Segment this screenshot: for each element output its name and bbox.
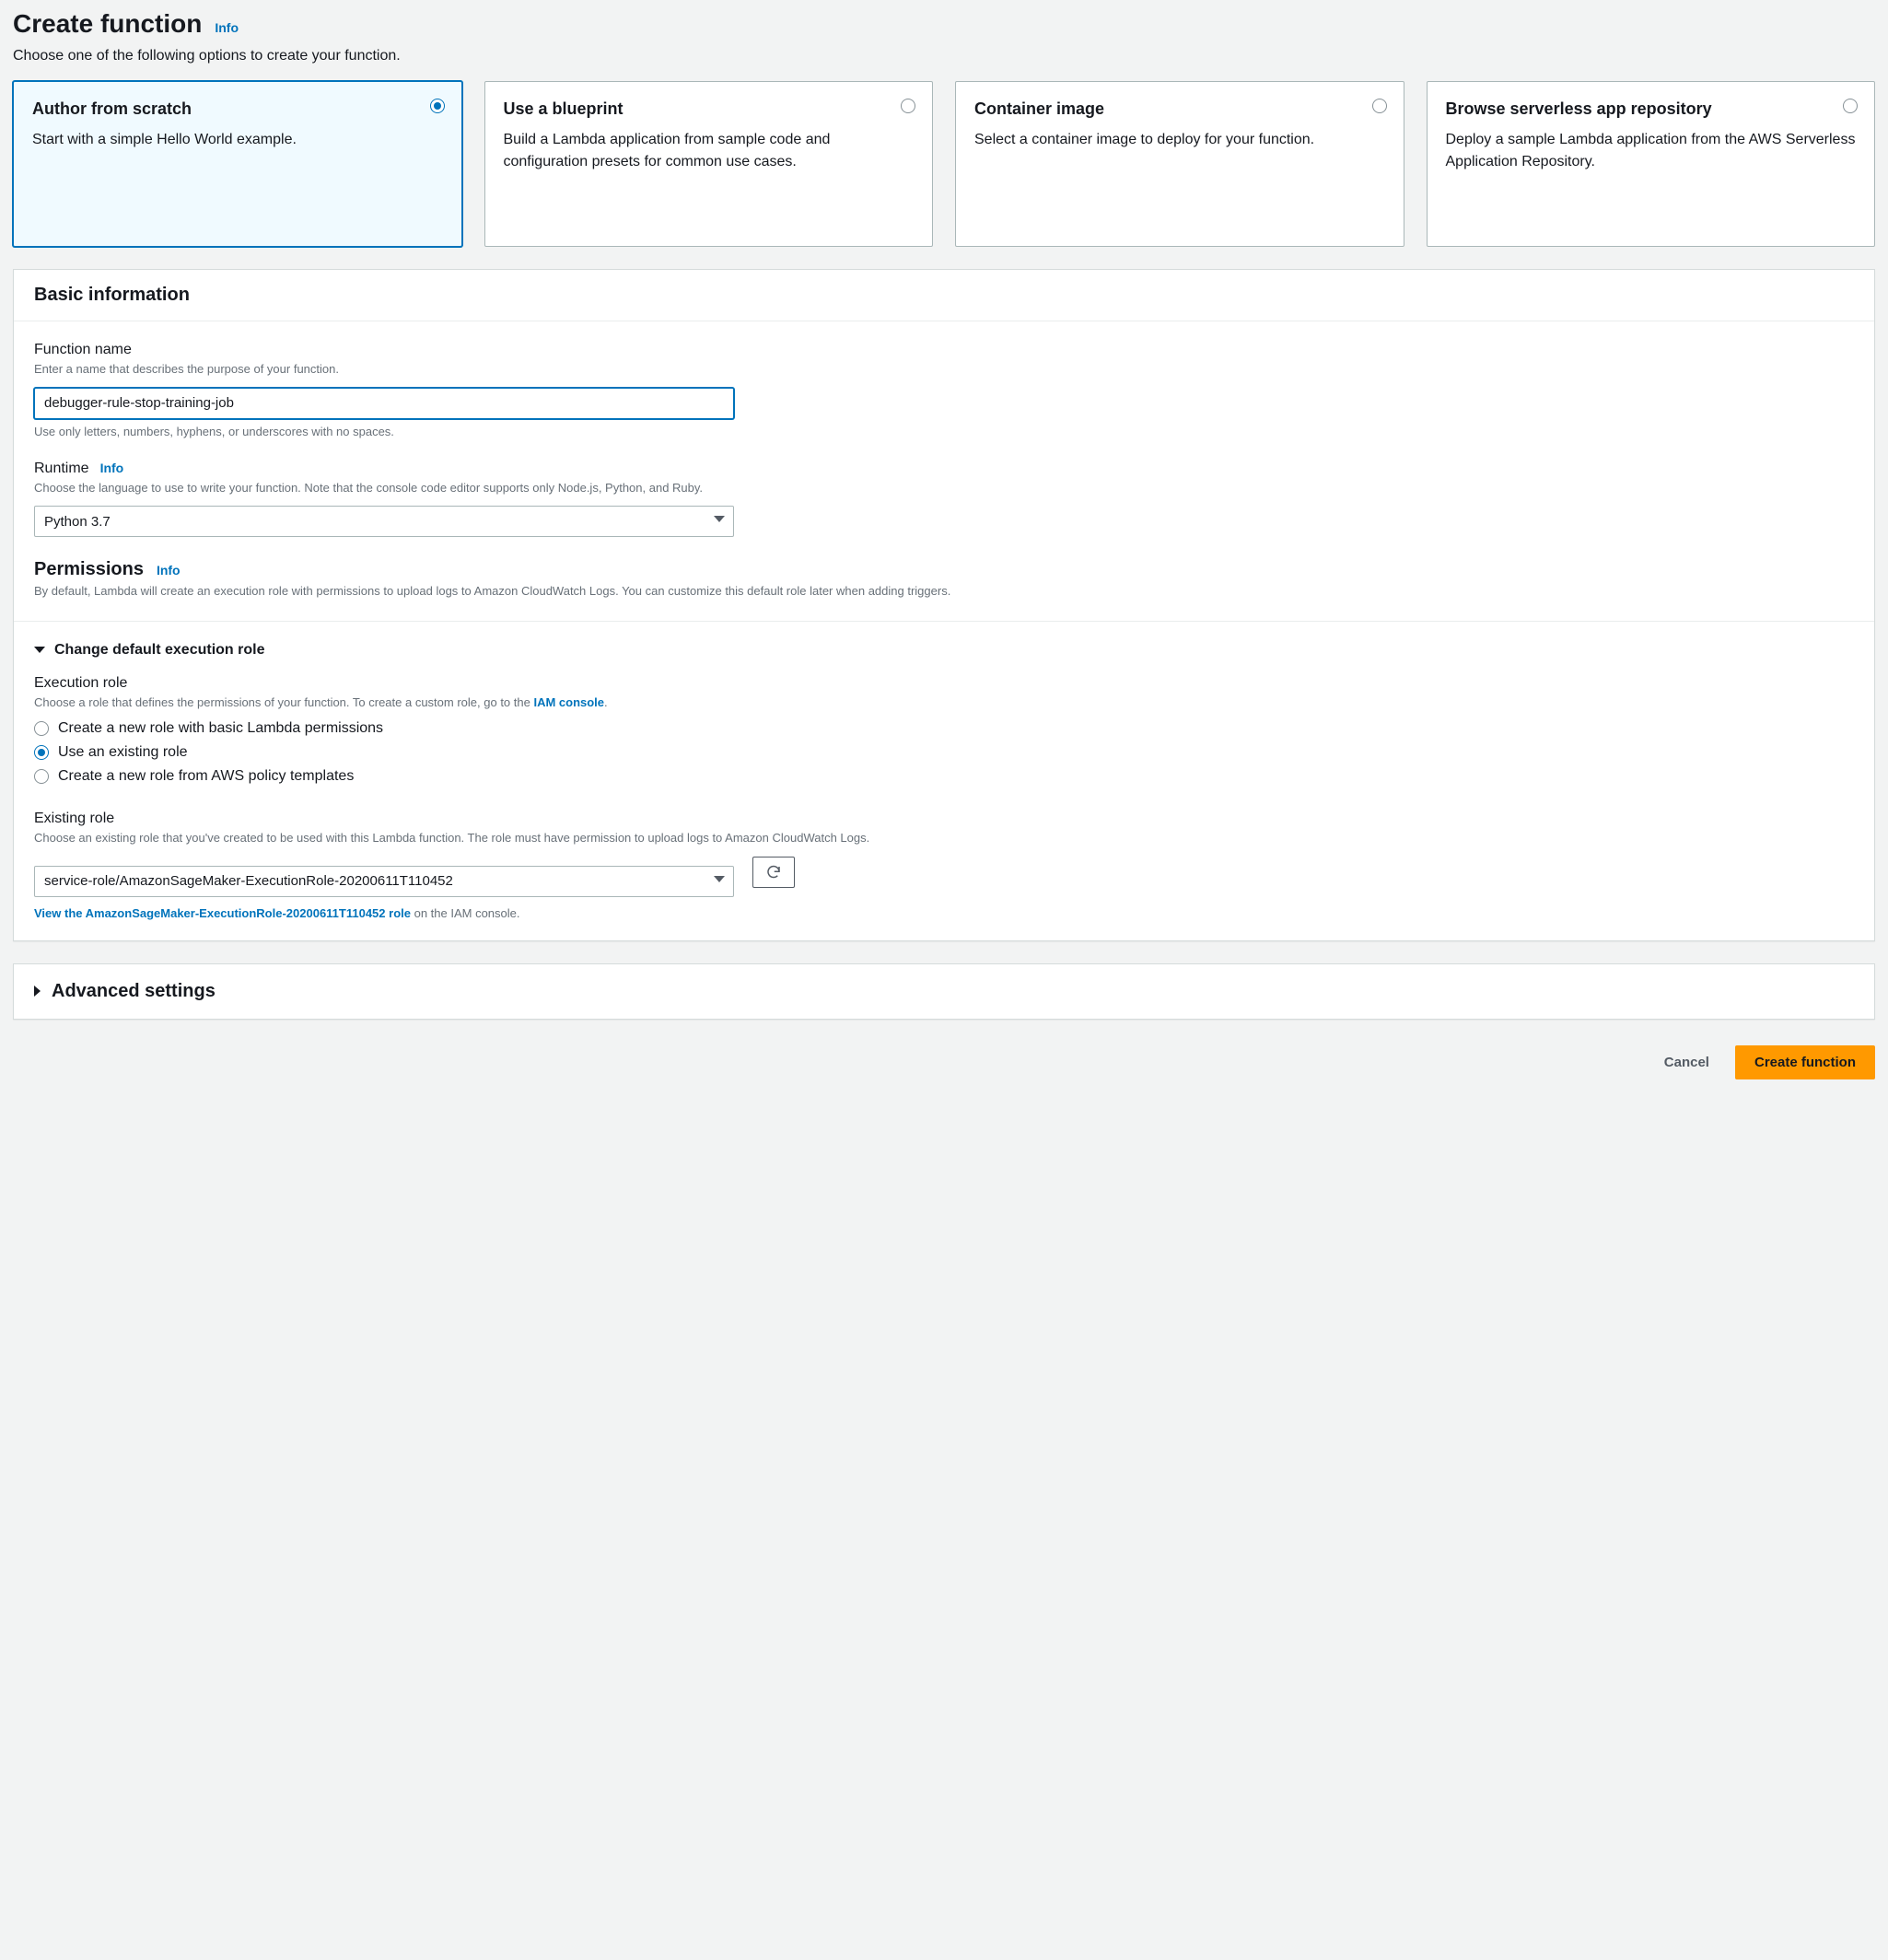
cancel-button[interactable]: Cancel bbox=[1653, 1047, 1720, 1078]
option-desc: Build a Lambda application from sample c… bbox=[504, 129, 915, 173]
existing-role-select[interactable]: service-role/AmazonSageMaker-ExecutionRo… bbox=[34, 866, 734, 897]
view-existing-role-link[interactable]: View the AmazonSageMaker-ExecutionRole-2… bbox=[34, 906, 411, 920]
radio-create-new-role[interactable]: Create a new role with basic Lambda perm… bbox=[34, 717, 1854, 741]
function-name-hint: Enter a name that describes the purpose … bbox=[34, 360, 1854, 379]
function-name-note: Use only letters, numbers, hyphens, or u… bbox=[34, 425, 1854, 438]
permissions-info-link[interactable]: Info bbox=[157, 563, 181, 578]
existing-role-label: Existing role bbox=[34, 811, 114, 827]
execution-role-hint: Choose a role that defines the permissio… bbox=[34, 694, 1854, 712]
advanced-settings-expander[interactable]: Advanced settings bbox=[34, 981, 1854, 1002]
option-title: Author from scratch bbox=[32, 99, 443, 120]
advanced-settings-panel: Advanced settings bbox=[13, 963, 1875, 1020]
existing-role-hint: Choose an existing role that you've crea… bbox=[34, 829, 1854, 847]
runtime-info-link[interactable]: Info bbox=[100, 461, 124, 475]
runtime-select[interactable]: Python 3.7 bbox=[34, 506, 734, 537]
radio-icon bbox=[901, 99, 915, 113]
view-role-trail-text: on the IAM console. bbox=[411, 906, 520, 920]
radio-icon bbox=[34, 769, 49, 784]
refresh-icon bbox=[765, 864, 782, 881]
execution-role-label: Execution role bbox=[34, 675, 127, 692]
function-name-label: Function name bbox=[34, 342, 132, 358]
triangle-right-icon bbox=[34, 986, 41, 997]
page-title: Create function bbox=[13, 9, 202, 39]
radio-icon bbox=[34, 721, 49, 736]
create-function-button[interactable]: Create function bbox=[1735, 1045, 1875, 1079]
basic-information-heading: Basic information bbox=[34, 285, 1854, 306]
radio-label: Create a new role from AWS policy templa… bbox=[58, 768, 354, 785]
creation-option-cards: Author from scratch Start with a simple … bbox=[13, 81, 1875, 247]
option-use-blueprint[interactable]: Use a blueprint Build a Lambda applicati… bbox=[484, 81, 934, 247]
radio-icon bbox=[430, 99, 445, 113]
option-author-from-scratch[interactable]: Author from scratch Start with a simple … bbox=[13, 81, 462, 247]
option-desc: Start with a simple Hello World example. bbox=[32, 129, 443, 151]
runtime-label: Runtime bbox=[34, 461, 89, 477]
radio-use-existing-role[interactable]: Use an existing role bbox=[34, 741, 1854, 764]
page-info-link[interactable]: Info bbox=[215, 20, 239, 35]
option-desc: Select a container image to deploy for y… bbox=[974, 129, 1385, 151]
runtime-hint: Choose the language to use to write your… bbox=[34, 479, 1854, 497]
radio-create-from-policy-template[interactable]: Create a new role from AWS policy templa… bbox=[34, 764, 1854, 788]
iam-console-link[interactable]: IAM console bbox=[533, 695, 604, 709]
option-title: Browse serverless app repository bbox=[1446, 99, 1857, 120]
radio-label: Create a new role with basic Lambda perm… bbox=[58, 720, 383, 737]
basic-information-panel: Basic information Function name Enter a … bbox=[13, 269, 1875, 941]
option-title: Container image bbox=[974, 99, 1385, 120]
option-title: Use a blueprint bbox=[504, 99, 915, 120]
permissions-hint: By default, Lambda will create an execut… bbox=[34, 582, 1854, 601]
permissions-heading: Permissions bbox=[34, 559, 144, 580]
page-subtext: Choose one of the following options to c… bbox=[13, 42, 1875, 81]
radio-icon bbox=[34, 745, 49, 760]
change-execution-role-expander[interactable]: Change default execution role bbox=[34, 642, 1854, 659]
radio-icon bbox=[1843, 99, 1858, 113]
triangle-down-icon bbox=[34, 647, 45, 653]
expander-label: Change default execution role bbox=[54, 642, 264, 659]
radio-label: Use an existing role bbox=[58, 744, 188, 761]
option-desc: Deploy a sample Lambda application from … bbox=[1446, 129, 1857, 173]
radio-icon bbox=[1372, 99, 1387, 113]
option-browse-serverless-repo[interactable]: Browse serverless app repository Deploy … bbox=[1427, 81, 1876, 247]
advanced-settings-heading: Advanced settings bbox=[52, 981, 216, 1002]
function-name-input[interactable] bbox=[34, 388, 734, 419]
option-container-image[interactable]: Container image Select a container image… bbox=[955, 81, 1404, 247]
refresh-roles-button[interactable] bbox=[752, 857, 795, 888]
